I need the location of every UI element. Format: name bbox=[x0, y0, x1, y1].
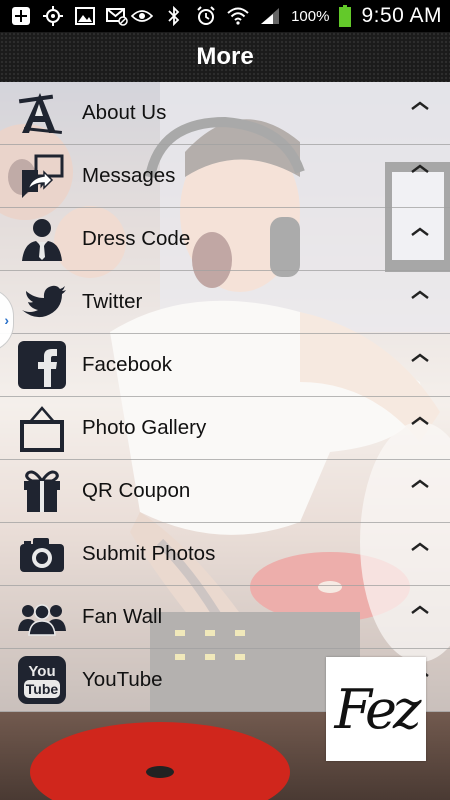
chevron-icon bbox=[411, 416, 429, 425]
menu-item-label: Submit Photos bbox=[82, 542, 216, 565]
signal-icon bbox=[259, 6, 281, 26]
chevron-icon bbox=[411, 542, 429, 551]
youtube-icon: You Tube bbox=[16, 654, 68, 706]
fez-logo: Fez bbox=[326, 657, 426, 761]
wifi-icon bbox=[227, 6, 249, 26]
menu-item-submit-photos[interactable]: Submit Photos bbox=[0, 523, 450, 586]
battery-percent: 100% bbox=[291, 7, 330, 25]
menu-item-photo-gallery[interactable]: Photo Gallery bbox=[0, 397, 450, 460]
svg-text:You: You bbox=[28, 663, 55, 680]
chevron-icon bbox=[411, 479, 429, 488]
menu-item-label: Fan Wall bbox=[82, 605, 163, 628]
menu-item-label: Dress Code bbox=[82, 227, 191, 250]
menu-item-label: QR Coupon bbox=[82, 479, 191, 502]
chevron-icon bbox=[411, 164, 429, 173]
image-icon bbox=[74, 6, 96, 26]
menu-item-label: YouTube bbox=[82, 668, 163, 691]
gift-icon bbox=[16, 465, 68, 517]
menu-item-label: Facebook bbox=[82, 353, 173, 376]
menu-item-label: Photo Gallery bbox=[82, 416, 207, 439]
picture-frame-icon bbox=[16, 402, 68, 454]
letter-a-icon bbox=[16, 87, 68, 139]
page-title: More bbox=[196, 43, 254, 70]
menu-item-twitter[interactable]: Twitter bbox=[0, 271, 450, 334]
menu-item-fan-wall[interactable]: Fan Wall bbox=[0, 586, 450, 649]
camera-icon bbox=[16, 528, 68, 580]
mail-off-icon bbox=[106, 6, 128, 26]
menu-item-messages[interactable]: Messages bbox=[0, 145, 450, 208]
person-tie-icon bbox=[16, 213, 68, 265]
menu-item-label: Twitter bbox=[82, 290, 143, 313]
chevron-icon bbox=[411, 101, 429, 110]
menu-item-facebook[interactable]: Facebook bbox=[0, 334, 450, 397]
message-icon bbox=[16, 150, 68, 202]
chevron-icon bbox=[411, 605, 429, 614]
menu-item-label: Messages bbox=[82, 164, 176, 187]
menu-item-qr-coupon[interactable]: QR Coupon bbox=[0, 460, 450, 523]
logo-text: Fez bbox=[334, 677, 422, 741]
chevron-icon bbox=[411, 353, 429, 362]
people-group-icon bbox=[16, 591, 68, 643]
bluetooth-icon bbox=[163, 6, 185, 26]
facebook-icon bbox=[16, 339, 68, 391]
chevron-right-icon: › bbox=[4, 312, 9, 328]
svg-text:Tube: Tube bbox=[26, 681, 59, 697]
battery-icon bbox=[339, 5, 352, 27]
chevron-icon bbox=[411, 227, 429, 236]
more-menu-list: About Us Messages Dress Code Twitter Fac… bbox=[0, 82, 450, 712]
menu-item-label: About Us bbox=[82, 101, 167, 124]
title-bar: More bbox=[0, 32, 450, 82]
twitter-bird-icon bbox=[16, 276, 68, 328]
alarm-icon bbox=[195, 6, 217, 26]
add-icon bbox=[10, 6, 32, 26]
clock-time: 9:50 AM bbox=[361, 4, 442, 27]
menu-item-dress-code[interactable]: Dress Code bbox=[0, 208, 450, 271]
gps-icon bbox=[42, 6, 64, 26]
eye-icon bbox=[131, 6, 154, 26]
chevron-icon bbox=[411, 290, 429, 299]
menu-item-about-us[interactable]: About Us bbox=[0, 82, 450, 145]
status-bar: 100% 9:50 AM bbox=[0, 0, 450, 32]
